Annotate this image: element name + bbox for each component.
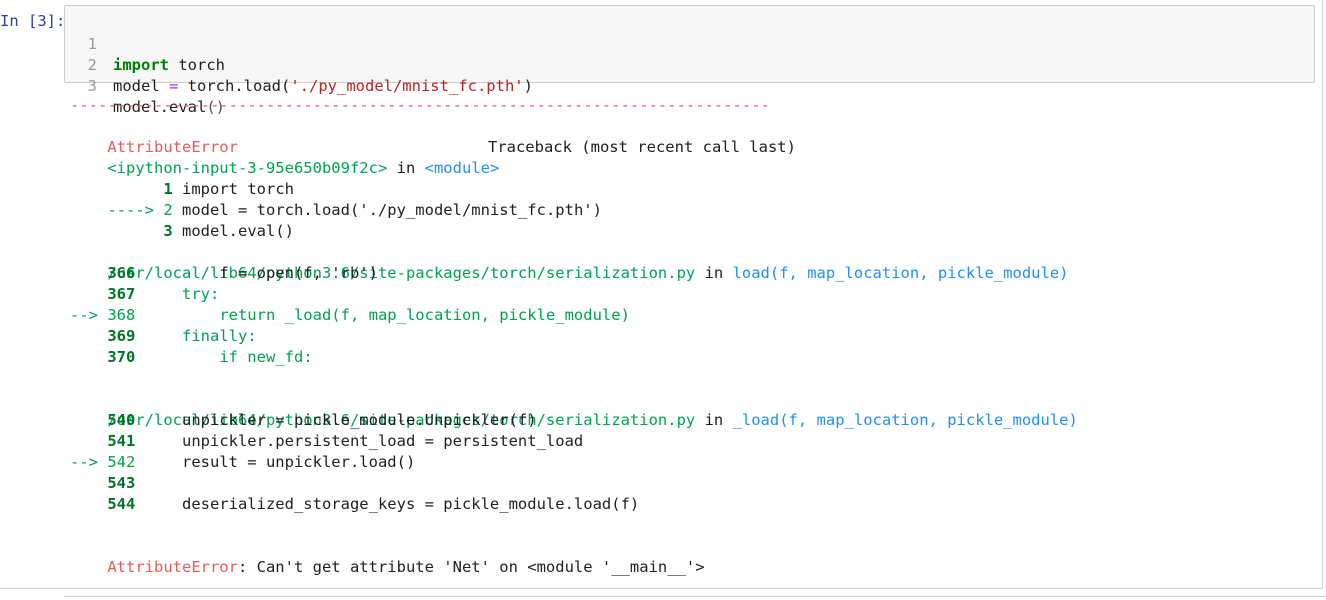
- frame-line: 1 import torch: [163, 180, 294, 198]
- frame-line-current: --> 368 return _load(f, map_location, pi…: [70, 306, 630, 324]
- traceback-header: AttributeError Traceback (most recent cal…: [70, 116, 796, 156]
- input-prompt: In [3]:: [0, 12, 66, 30]
- next-cell-border: [64, 596, 1326, 600]
- frame-line: 369 finally:: [107, 327, 257, 345]
- code-line: 2 model = torch.load('./py_model/mnist_f…: [65, 34, 533, 95]
- frame-line: 543: [107, 474, 136, 492]
- frame-line: 367 try:: [107, 285, 220, 303]
- function-signature: load(f, map_location, pickle_module): [732, 264, 1069, 282]
- code-input-area[interactable]: 1 import torch 2 model = torch.load('./p…: [64, 5, 1315, 116]
- frame-line: 541 unpickler.persistent_load = persiste…: [107, 432, 584, 450]
- frame-line: 544 deserialized_storage_keys = pickle_m…: [107, 495, 640, 513]
- frame-line-current: ----> 2 model = torch.load('./py_model/m…: [107, 201, 602, 219]
- frame-line: 370 if new_fd:: [107, 348, 313, 366]
- final-error-message: AttributeError: Can't get attribute 'Net…: [107, 558, 705, 576]
- code-line: 1 import torch: [65, 13, 225, 74]
- error-name: AttributeError: [107, 558, 238, 576]
- frame-header: /usr/local/lib64/python3.6/site-packages…: [107, 411, 1078, 429]
- separator-dashes: ----------------------------------------…: [70, 96, 770, 114]
- line-number: 3: [87, 77, 97, 95]
- function-signature: _load(f, map_location, pickle_module): [732, 411, 1078, 429]
- frame-header: /usr/local/lib64/python3.6/site-packages…: [107, 264, 1069, 282]
- keyword: import: [113, 56, 169, 74]
- frame-line-current: --> 542 result = unpickler.load(): [70, 453, 416, 471]
- frame-line: 3 model.eval(): [163, 222, 294, 240]
- code-line: 3 model.eval(): [65, 55, 225, 116]
- frame-header: <ipython-input-3-95e650b09f2c> in <modul…: [107, 159, 500, 177]
- traceback-label: Traceback (most recent call last): [487, 138, 796, 156]
- frame-line: 366 f = open(f, 'rb'): [107, 264, 378, 282]
- string-literal: './py_model/mnist_fc.pth': [290, 77, 524, 95]
- frame-line: 540 unpickler = pickle_module.Unpickler(…: [107, 411, 537, 429]
